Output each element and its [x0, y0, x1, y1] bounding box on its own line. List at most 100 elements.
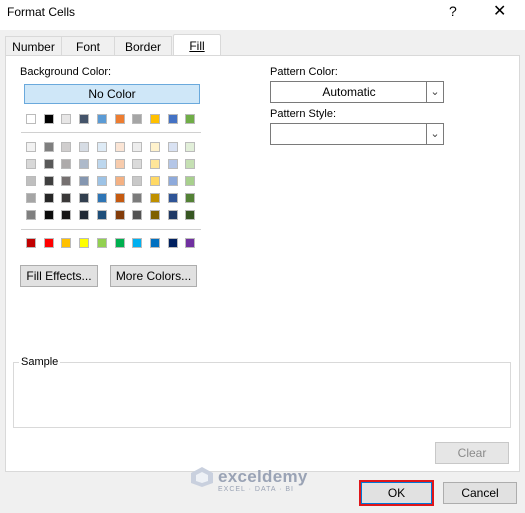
color-swatch[interactable] — [132, 210, 143, 220]
standard-color-swatch[interactable] — [167, 238, 178, 248]
standard-color-swatch[interactable] — [96, 238, 107, 248]
exceldemy-watermark: exceldemy EXCEL · DATA · BI — [190, 466, 308, 493]
pattern-style-dropdown[interactable]: ⌄ — [270, 123, 444, 145]
color-swatch[interactable] — [185, 142, 196, 152]
standard-color-swatch[interactable] — [114, 238, 125, 248]
color-swatch[interactable] — [149, 210, 160, 220]
close-button[interactable]: ✕ — [493, 1, 506, 21]
watermark-name: exceldemy — [218, 467, 308, 486]
palette-divider — [21, 132, 201, 133]
color-swatch[interactable] — [132, 176, 143, 186]
color-swatch[interactable] — [43, 193, 54, 203]
standard-color-swatch[interactable] — [132, 238, 143, 248]
color-swatch[interactable] — [167, 176, 178, 186]
tab-border[interactable]: Border — [114, 36, 172, 57]
color-swatch[interactable] — [26, 210, 36, 220]
color-swatch[interactable] — [114, 142, 125, 152]
color-swatch[interactable] — [167, 114, 178, 124]
color-swatch[interactable] — [43, 142, 54, 152]
tab-font[interactable]: Font — [61, 36, 115, 57]
color-swatch[interactable] — [114, 176, 125, 186]
color-swatch[interactable] — [43, 114, 54, 124]
color-swatch[interactable] — [79, 142, 90, 152]
cancel-button[interactable]: Cancel — [443, 482, 517, 504]
color-swatch[interactable] — [61, 176, 72, 186]
color-swatch[interactable] — [96, 176, 107, 186]
help-button[interactable]: ? — [449, 3, 457, 19]
fill-effects-button[interactable]: Fill Effects... — [20, 265, 98, 287]
color-swatch[interactable] — [43, 210, 54, 220]
pattern-color-value: Automatic — [322, 85, 376, 99]
color-swatch[interactable] — [185, 210, 196, 220]
standard-color-swatch[interactable] — [26, 238, 36, 248]
pattern-color-dropdown[interactable]: Automatic ⌄ — [270, 81, 444, 103]
color-swatch[interactable] — [185, 159, 196, 169]
color-swatch[interactable] — [96, 193, 107, 203]
color-swatch[interactable] — [167, 142, 178, 152]
standard-color-swatch[interactable] — [149, 238, 160, 248]
color-swatch[interactable] — [79, 159, 90, 169]
color-swatch[interactable] — [185, 176, 196, 186]
color-swatch[interactable] — [185, 193, 196, 203]
color-swatch[interactable] — [132, 142, 143, 152]
pattern-style-label: Pattern Style: — [270, 108, 337, 120]
color-swatch[interactable] — [185, 114, 196, 124]
color-swatch[interactable] — [149, 176, 160, 186]
chevron-down-icon: ⌄ — [426, 82, 443, 102]
standard-color-swatch[interactable] — [79, 238, 90, 248]
standard-color-swatch[interactable] — [43, 238, 54, 248]
color-swatch[interactable] — [96, 114, 107, 124]
color-swatch[interactable] — [96, 142, 107, 152]
color-swatch[interactable] — [26, 193, 36, 203]
more-colors-button[interactable]: More Colors... — [110, 265, 197, 287]
color-swatch[interactable] — [114, 210, 125, 220]
sample-label: Sample — [19, 356, 61, 368]
color-swatch[interactable] — [132, 114, 143, 124]
no-color-button[interactable]: No Color — [24, 84, 200, 104]
tab-strip: Number Font Border Fill — [0, 30, 525, 59]
color-swatch[interactable] — [79, 176, 90, 186]
color-swatch[interactable] — [114, 193, 125, 203]
color-swatch[interactable] — [149, 159, 160, 169]
color-swatch[interactable] — [26, 159, 36, 169]
color-swatch[interactable] — [43, 159, 54, 169]
ok-button-highlight — [359, 480, 434, 506]
watermark-tagline: EXCEL · DATA · BI — [218, 486, 294, 493]
color-swatch[interactable] — [96, 210, 107, 220]
color-swatch[interactable] — [79, 193, 90, 203]
color-swatch[interactable] — [43, 176, 54, 186]
color-swatch[interactable] — [167, 193, 178, 203]
color-swatch[interactable] — [114, 114, 125, 124]
pattern-color-label: Pattern Color: — [270, 66, 338, 78]
color-swatch[interactable] — [61, 193, 72, 203]
standard-color-swatch[interactable] — [185, 238, 196, 248]
color-swatch[interactable] — [149, 114, 160, 124]
color-swatch[interactable] — [114, 159, 125, 169]
color-swatch[interactable] — [149, 193, 160, 203]
chevron-down-icon: ⌄ — [426, 124, 443, 144]
exceldemy-logo-icon — [191, 467, 213, 487]
color-swatch[interactable] — [61, 142, 72, 152]
color-swatch[interactable] — [61, 210, 72, 220]
dialog-title: Format Cells — [7, 5, 76, 19]
color-swatch[interactable] — [79, 210, 90, 220]
color-swatch[interactable] — [79, 114, 90, 124]
color-swatch[interactable] — [132, 159, 143, 169]
palette-divider — [21, 229, 201, 230]
tab-number[interactable]: Number — [5, 36, 62, 57]
clear-button[interactable]: Clear — [435, 442, 509, 464]
color-swatch[interactable] — [167, 159, 178, 169]
color-swatch[interactable] — [132, 193, 143, 203]
color-swatch[interactable] — [167, 210, 178, 220]
standard-color-swatch[interactable] — [61, 238, 72, 248]
color-swatch[interactable] — [26, 142, 36, 152]
color-swatch[interactable] — [61, 159, 72, 169]
color-swatch[interactable] — [149, 142, 160, 152]
color-swatch[interactable] — [61, 114, 72, 124]
color-swatch[interactable] — [26, 176, 36, 186]
title-bar — [0, 0, 525, 30]
color-swatch[interactable] — [26, 114, 36, 124]
sample-preview — [13, 362, 511, 428]
tab-fill-label: Fill — [189, 39, 205, 53]
color-swatch[interactable] — [96, 159, 107, 169]
